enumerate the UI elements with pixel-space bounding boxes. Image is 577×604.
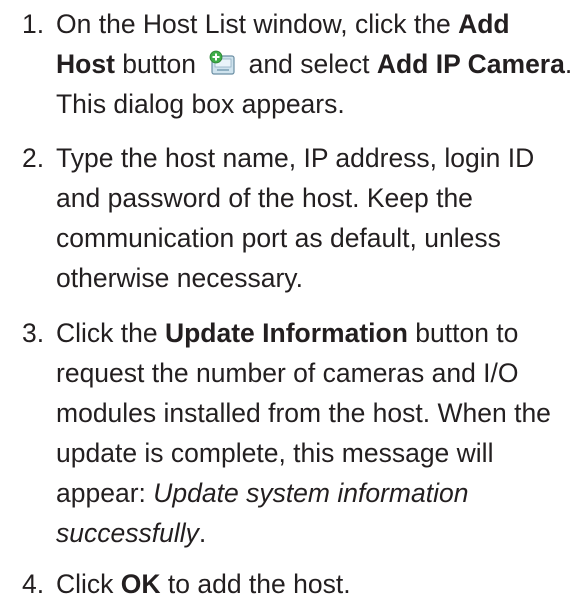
ok-label: OK [120,569,161,599]
step-number: 1. [22,9,45,39]
step-number: 3. [22,318,45,348]
update-information-label: Update Information [164,318,408,348]
instruction-steps: 1. On the Host List window, click the Ad… [0,0,577,599]
step-text: Click OK to add the host. [56,569,351,599]
add-host-icon [207,49,237,77]
step-text: Click the Update Information button to r… [56,318,551,548]
step-text: On the Host List window, click the Add H… [56,9,573,119]
step-number: 2. [22,143,45,173]
step-text: Type the host name, IP address, login ID… [56,143,535,293]
add-ip-camera-label: Add IP Camera [376,49,565,79]
step-number: 4. [22,569,45,599]
